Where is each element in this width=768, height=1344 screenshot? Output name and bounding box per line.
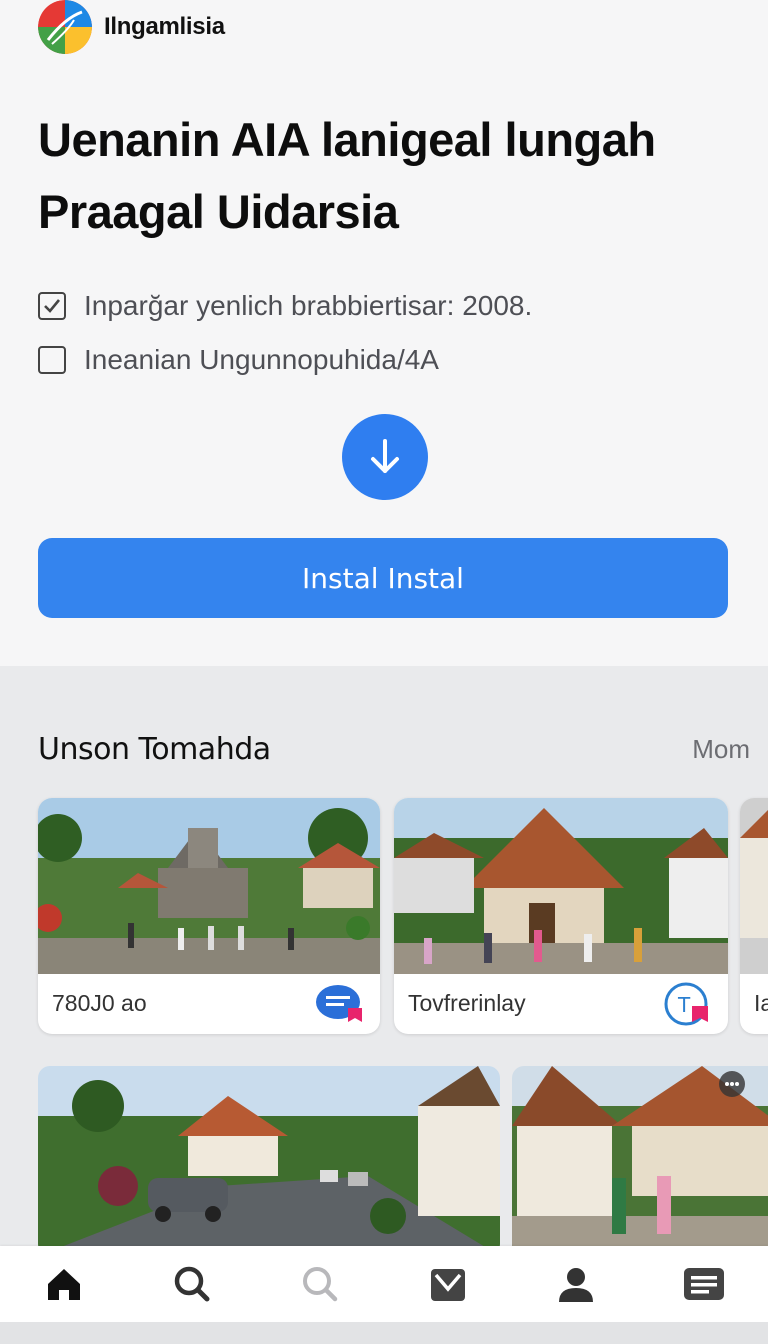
home-icon xyxy=(48,1269,80,1300)
title-line-1: Uenanin AIA lanigeal lungah xyxy=(38,113,656,166)
brand-logo-icon xyxy=(38,0,92,54)
nav-search-alt[interactable] xyxy=(290,1264,350,1324)
street-photo[interactable] xyxy=(38,1066,500,1256)
place-card[interactable]: Tovfrerinlay T xyxy=(394,798,728,1034)
nav-home[interactable] xyxy=(34,1264,94,1324)
download-button[interactable] xyxy=(342,414,428,500)
check-icon xyxy=(44,299,61,313)
village-house-image xyxy=(512,1066,768,1256)
chat-badge-icon xyxy=(314,982,366,1026)
page-title: Uenanin AIA lanigeal lungah Praagal Uida… xyxy=(38,104,738,248)
brand-name: Ilngamlisia xyxy=(104,13,225,40)
checkbox-row-1[interactable]: Inparğar yenlich brabbiertisar: 2008. xyxy=(38,290,532,322)
title-line-2: Praagal Uidarsia xyxy=(38,185,399,238)
svg-text:T: T xyxy=(677,993,691,1017)
card-caption: Ia xyxy=(754,990,768,1016)
section-title: Unson Tomahda xyxy=(38,732,271,767)
list-icon xyxy=(684,1268,724,1300)
nav-search[interactable] xyxy=(162,1264,222,1324)
traditional-house-image xyxy=(394,798,728,974)
house-image xyxy=(740,798,768,974)
install-button[interactable]: Instal Instal xyxy=(38,538,728,618)
arrow-down-icon xyxy=(371,439,399,473)
text-badge-icon: T xyxy=(662,982,714,1026)
house-photo[interactable] xyxy=(512,1066,768,1256)
checkbox-label-2: Ineanian Ungunnopuhida/4A xyxy=(84,344,439,375)
checkbox-unchecked[interactable] xyxy=(38,346,66,374)
app-screen: Ilngamlisia Uenanin AIA lanigeal lungah … xyxy=(0,0,768,1344)
mail-icon xyxy=(431,1269,465,1301)
checkbox-row-2[interactable]: Ineanian Ungunnopuhida/4A xyxy=(38,344,439,376)
brand: Ilngamlisia xyxy=(38,0,225,54)
place-card[interactable]: Ia xyxy=(740,798,768,1034)
nav-menu[interactable] xyxy=(674,1264,734,1324)
header-section: Ilngamlisia Uenanin AIA lanigeal lungah … xyxy=(0,0,768,666)
card-caption: 780J0 ao xyxy=(52,990,147,1016)
card-caption: Tovfrerinlay xyxy=(408,990,526,1016)
temple-village-image xyxy=(38,798,380,974)
search-icon xyxy=(174,1266,210,1302)
person-icon xyxy=(559,1268,593,1302)
checkbox-checked[interactable] xyxy=(38,292,66,320)
section-more-link[interactable]: Mom xyxy=(692,734,750,765)
nav-profile[interactable] xyxy=(546,1264,606,1324)
nav-mail[interactable] xyxy=(418,1264,478,1324)
place-card[interactable]: 780J0 ao xyxy=(38,798,380,1034)
checkbox-label-1: Inparğar yenlich brabbiertisar: 2008. xyxy=(84,290,533,321)
search-icon xyxy=(303,1267,338,1302)
system-bar xyxy=(0,1322,768,1344)
village-street-image xyxy=(38,1066,500,1256)
